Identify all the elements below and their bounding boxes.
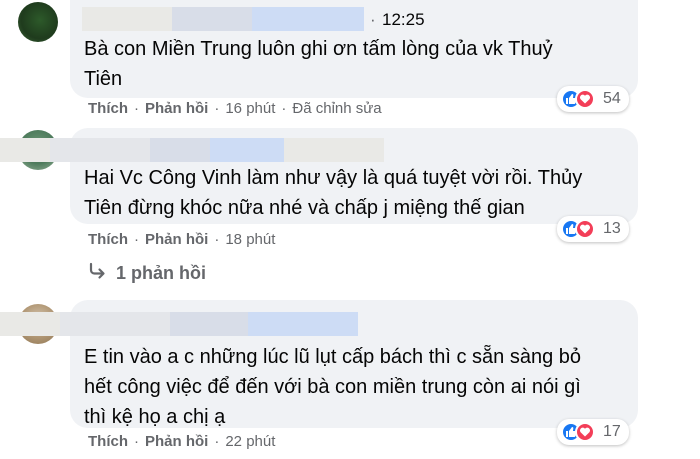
comment-actions: Thích · Phản hồi · 16 phút · Đã chỉnh sử… bbox=[88, 100, 382, 117]
comment-actions: Thích · Phản hồi · 18 phút bbox=[88, 231, 275, 248]
comment-text-line: Bà con Miền Trung luôn ghi ơn tấm lòng c… bbox=[84, 38, 553, 60]
replies-count-label: 1 phản hồi bbox=[116, 263, 206, 283]
edited-label: Đã chỉnh sửa bbox=[292, 100, 382, 117]
separator: · bbox=[281, 100, 287, 117]
comment-text: Hai Vc Công Vinh làm như vậy là quá tuyệ… bbox=[84, 163, 582, 223]
separator: · bbox=[134, 100, 139, 117]
comment-text-line: hết công việc để đến với bà con miền tru… bbox=[84, 376, 581, 398]
author-name-redacted[interactable] bbox=[0, 312, 358, 336]
comment-text-line: Hai Vc Công Vinh làm như vậy là quá tuyệ… bbox=[84, 167, 583, 189]
separator: · bbox=[134, 231, 139, 248]
separator: · bbox=[214, 231, 220, 248]
avatar[interactable] bbox=[18, 2, 58, 42]
comment-text: E tin vào a c những lúc lũ lụt cấp bách … bbox=[84, 342, 581, 432]
reaction-count: 13 bbox=[603, 220, 621, 237]
comment-age[interactable]: 22 phút bbox=[225, 433, 275, 450]
like-link[interactable]: Thích bbox=[88, 231, 128, 248]
comment-text-line: thì kệ họ a chị ạ bbox=[84, 406, 226, 428]
reaction-count: 17 bbox=[603, 423, 621, 440]
like-link[interactable]: Thích bbox=[88, 433, 128, 450]
comment-text-line: Tiên đừng khóc nữa nhé và chấp j miệng t… bbox=[84, 197, 525, 219]
comment-age[interactable]: 16 phút bbox=[225, 100, 275, 117]
comment-text-line: Tiên bbox=[84, 68, 123, 90]
reply-link[interactable]: Phản hồi bbox=[145, 231, 208, 248]
separator: · bbox=[134, 433, 139, 450]
comment-age[interactable]: 18 phút bbox=[225, 231, 275, 248]
reply-link[interactable]: Phản hồi bbox=[145, 100, 208, 117]
separator: · bbox=[214, 100, 220, 117]
comment-text: Bà con Miền Trung luôn ghi ơn tấm lòng c… bbox=[84, 34, 553, 94]
love-icon bbox=[575, 422, 595, 442]
love-icon bbox=[575, 219, 595, 239]
love-icon bbox=[575, 89, 595, 109]
reply-link[interactable]: Phản hồi bbox=[145, 433, 208, 450]
time-dot: · bbox=[370, 10, 376, 29]
view-replies-link[interactable]: 1 phản hồi bbox=[88, 262, 206, 285]
reply-arrow-icon bbox=[88, 262, 108, 285]
reaction-summary[interactable]: 54 bbox=[557, 86, 629, 112]
author-name-redacted[interactable] bbox=[82, 7, 364, 31]
reaction-count: 54 bbox=[603, 90, 621, 107]
like-link[interactable]: Thích bbox=[88, 100, 128, 117]
reaction-summary[interactable]: 17 bbox=[557, 419, 629, 445]
author-name-redacted[interactable] bbox=[0, 138, 384, 162]
reaction-summary[interactable]: 13 bbox=[557, 216, 629, 242]
comment-time: 12:25 bbox=[382, 10, 425, 29]
comment-text-line: E tin vào a c những lúc lũ lụt cấp bách … bbox=[84, 346, 582, 368]
comment-actions: Thích · Phản hồi · 22 phút bbox=[88, 433, 275, 450]
separator: · bbox=[214, 433, 220, 450]
